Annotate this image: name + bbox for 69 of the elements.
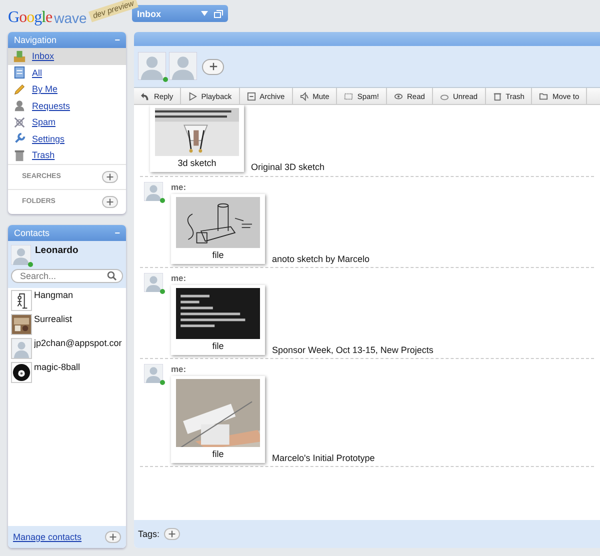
attachment-caption: file [212,249,224,262]
attachment-caption: file [212,340,224,353]
add-participant-button[interactable] [202,58,224,74]
message-text: anoto sketch by Marcelo [272,254,370,264]
add-button[interactable] [102,196,118,208]
navigation-item[interactable]: Inbox [8,48,126,64]
attachment-card[interactable]: 3d sketch [150,105,244,172]
user-name: Leonardo [35,244,78,256]
search-field[interactable]: Search... [11,268,123,282]
online-status-dot [28,262,33,266]
logo-wordmark: Google [8,10,52,26]
play-icon [188,92,198,100]
spam-icon [13,116,26,129]
product-name: wave [54,10,87,26]
navigation-item[interactable]: Spam [8,114,126,130]
plus-icon [106,172,114,180]
online-status-dot [160,289,165,294]
mute-icon [300,92,309,100]
trash-icon [13,148,26,162]
hangman-icon [11,290,32,310]
pencil-icon [13,82,26,96]
plus-icon [208,62,218,71]
message-text: Original 3D sketch [251,162,325,172]
plus-icon [168,530,176,538]
online-status-dot [160,380,165,385]
author-name: me: [171,364,188,374]
navigation-item[interactable]: All [8,64,126,81]
panel-title: Contacts [14,228,50,238]
attachment-caption: 3d sketch [178,157,216,170]
spam-icon [344,92,354,100]
contact-name[interactable]: jp2chan@appspot.cor [34,338,122,348]
contact-name[interactable]: Surrealist [34,314,72,324]
author-name: me: [171,273,188,283]
attachment-card[interactable]: file [171,285,265,355]
document-icon [13,66,26,80]
trash-icon [492,92,502,100]
plus-icon [106,198,114,206]
eight-ball-icon [11,362,32,382]
eye-icon [394,92,404,100]
online-status-dot [160,198,165,203]
inbox-icon [13,50,26,63]
attachment-caption: file [212,448,224,461]
navigation-item[interactable]: Trash [8,147,126,164]
add-button[interactable] [102,170,118,182]
add-button[interactable] [105,531,121,543]
wrench-icon [13,132,26,146]
navigation-item[interactable]: By Me [8,81,126,98]
message-text: Marcelo's Initial Prototype [272,453,375,463]
reply-icon [141,92,150,100]
person-icon [13,99,26,112]
attachment-card[interactable]: file [171,376,265,463]
online-status-dot [163,76,168,82]
caret-icon [201,11,208,16]
add-button[interactable] [164,528,180,540]
attachment-card[interactable]: file [171,194,265,264]
navigation-item[interactable]: Settings [8,130,126,147]
contact-name[interactable]: Hangman [34,290,74,300]
archive-icon [246,92,256,100]
navigation-item[interactable]: Requests [8,98,126,114]
panel-title: Navigation [14,35,57,45]
avatar-icon [11,338,32,358]
contact-name[interactable]: magic-8ball [34,362,80,372]
tags-label: Tags: [138,529,160,539]
search-icon [107,270,117,280]
plus-icon [109,533,117,541]
restore-icon [214,10,223,18]
author-name: me: [171,182,188,192]
message-text: Sponsor Week, Oct 13-15, New Projects [272,345,434,355]
folder-icon [539,92,548,100]
